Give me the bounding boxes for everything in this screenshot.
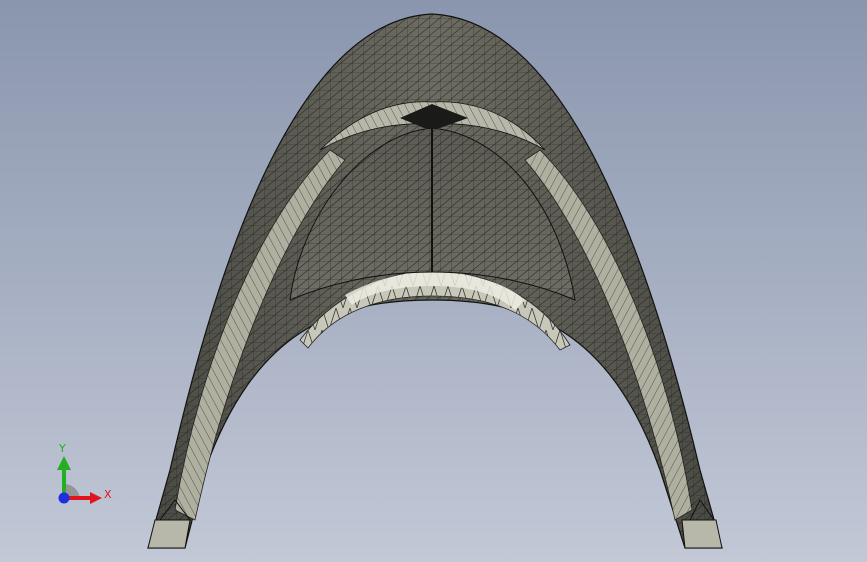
arch-mesh-model[interactable]	[0, 0, 867, 562]
x-axis-arrow	[90, 492, 102, 504]
z-axis-dot	[58, 492, 70, 504]
y-axis-label: Y	[58, 442, 66, 455]
left-foot	[147, 519, 191, 549]
orientation-triad: Y X	[57, 442, 112, 504]
x-axis-label: X	[104, 488, 112, 501]
y-axis-arrow	[57, 456, 71, 470]
right-foot	[681, 519, 723, 549]
graphics-viewport[interactable]: Y X	[0, 0, 867, 562]
